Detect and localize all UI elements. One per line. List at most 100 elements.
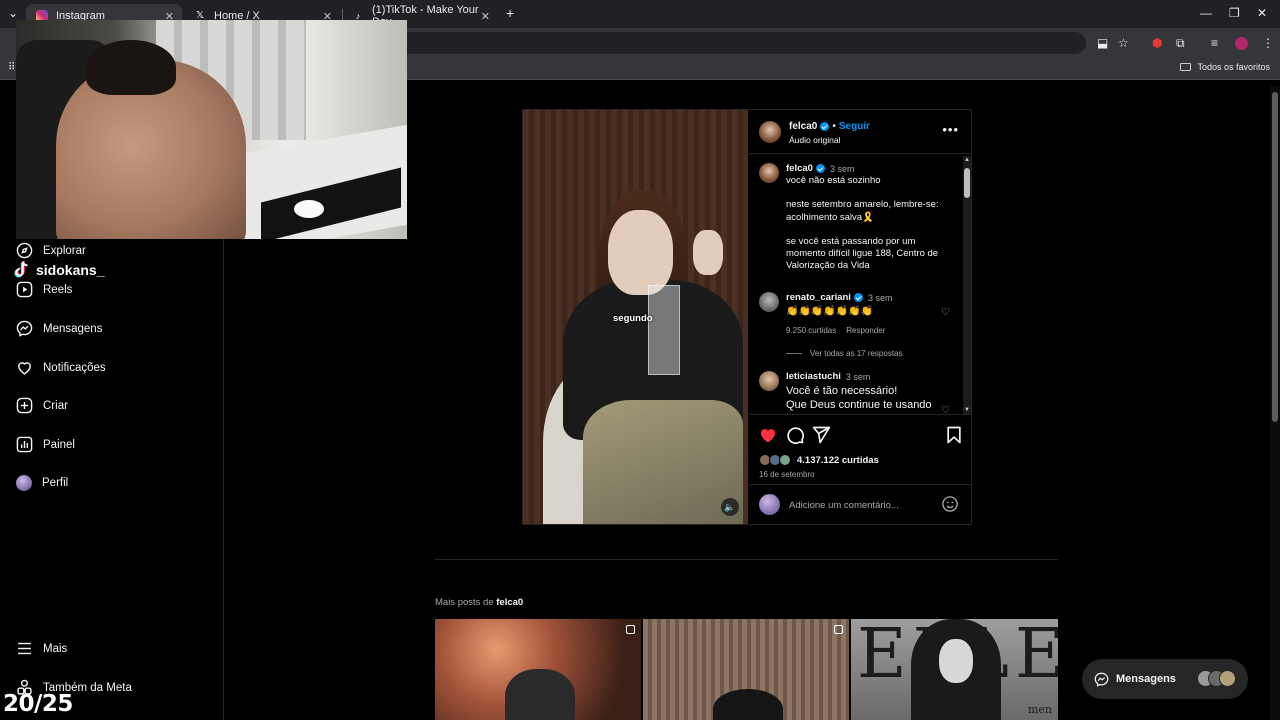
all-bookmarks[interactable]: Todos os favoritos bbox=[1180, 62, 1270, 72]
sidebar-item-label: Mensagens bbox=[43, 322, 103, 335]
install-app-icon[interactable]: ⬓ bbox=[1097, 36, 1108, 50]
avatar bbox=[16, 475, 32, 491]
extension-shield-icon[interactable]: ⬢ bbox=[1152, 36, 1162, 50]
post-actions: 4.137.122 curtidas 16 de setembro bbox=[749, 414, 971, 484]
liker-avatar bbox=[779, 454, 791, 466]
comment-username[interactable]: renato_cariani bbox=[786, 292, 851, 303]
minimize-icon[interactable]: — bbox=[1200, 6, 1212, 20]
page-scrollbar[interactable] bbox=[1270, 86, 1280, 720]
comment-username[interactable]: leticiastuchi bbox=[786, 371, 841, 382]
bar-chart-icon bbox=[16, 436, 33, 453]
author-line: felca0 • Seguir bbox=[789, 121, 870, 132]
likes-label: 4.137.122 curtidas bbox=[797, 454, 879, 466]
webcam-overlay bbox=[16, 20, 407, 239]
post-date: 16 de setembro bbox=[759, 470, 815, 479]
extensions-puzzle-icon[interactable]: ⧉ bbox=[1176, 36, 1185, 51]
media-control-icon[interactable]: ≡ bbox=[1211, 36, 1218, 50]
more-posts-author[interactable]: felca0 bbox=[496, 597, 523, 608]
view-replies-button[interactable]: Ver todas as 17 respostas bbox=[786, 349, 903, 358]
post-thumbnail[interactable] bbox=[435, 619, 641, 720]
comments-scrollbar[interactable]: ▲ ▼ bbox=[963, 156, 971, 414]
progress-counter: 20/25 bbox=[3, 691, 73, 717]
sidebar-item-explorar[interactable]: Explorar bbox=[16, 242, 86, 259]
messages-pill[interactable]: Mensagens bbox=[1082, 659, 1248, 699]
post-card: segundo 🔈 felca0 • Seguir Áudio original… bbox=[522, 109, 972, 525]
caption-line: neste setembro amarelo, lembre-se: bbox=[786, 199, 939, 211]
sidebar-item-label: Reels bbox=[43, 283, 73, 296]
tiktok-icon bbox=[14, 260, 28, 278]
messenger-icon bbox=[16, 320, 33, 337]
comment-likes[interactable]: 9.250 curtidas bbox=[786, 326, 836, 335]
sidebar-item-label: Perfil bbox=[42, 477, 69, 489]
restore-icon[interactable]: ❐ bbox=[1229, 6, 1240, 20]
page-scroll-thumb[interactable] bbox=[1272, 92, 1278, 422]
messages-pill-label: Mensagens bbox=[1116, 673, 1176, 685]
post-thumbnail[interactable] bbox=[643, 619, 849, 720]
current-user-avatar bbox=[759, 494, 780, 515]
emoji-icon[interactable] bbox=[941, 495, 959, 513]
sidebar-item-label: Mais bbox=[43, 642, 68, 655]
more-options-icon[interactable]: ••• bbox=[942, 122, 959, 137]
reply-button[interactable]: Responder bbox=[846, 326, 885, 335]
sidebar-item-perfil[interactable]: Perfil bbox=[16, 475, 68, 491]
follow-button[interactable]: Seguir bbox=[839, 121, 870, 132]
save-bookmark-icon[interactable] bbox=[944, 425, 964, 445]
comment-time: 3 sem bbox=[845, 371, 871, 382]
caption-line: momento difícil ligue 188, Centro de bbox=[786, 248, 939, 260]
carousel-icon bbox=[834, 625, 843, 634]
replies-line bbox=[786, 353, 802, 354]
comment-input[interactable] bbox=[789, 497, 929, 513]
author-username[interactable]: felca0 bbox=[789, 121, 817, 132]
comment-username[interactable]: felca0 bbox=[786, 163, 813, 174]
profile-avatar[interactable] bbox=[1235, 37, 1248, 50]
caption-line: se você está passando por um bbox=[786, 235, 916, 247]
sidebar-item-notificacoes[interactable]: Notificações bbox=[16, 359, 106, 376]
scroll-thumb[interactable] bbox=[964, 168, 970, 198]
sidebar-item-mais[interactable]: Mais bbox=[16, 640, 67, 657]
more-posts-prefix: Mais posts de bbox=[435, 597, 494, 608]
bookmark-star-icon[interactable]: ☆ bbox=[1118, 36, 1129, 50]
caption-text: você não está sozinho neste setembro ama… bbox=[786, 175, 966, 273]
tab-search-icon[interactable]: ⌄ bbox=[8, 6, 18, 20]
new-tab-button[interactable]: + bbox=[506, 5, 514, 21]
comment-time: 3 sem bbox=[829, 163, 855, 174]
post-video[interactable]: segundo 🔈 bbox=[523, 110, 748, 524]
comment-header: felca0 3 sem bbox=[786, 163, 854, 174]
comment-avatar[interactable] bbox=[759, 163, 779, 183]
audio-link[interactable]: Áudio original bbox=[789, 135, 841, 145]
comment-line: Você é tão necessário! bbox=[786, 385, 898, 397]
comment-line: Que Deus continue te usando bbox=[786, 399, 932, 411]
comment-icon[interactable] bbox=[785, 425, 805, 445]
comment-header: leticiastuchi 3 sem bbox=[786, 371, 870, 382]
video-caption: segundo bbox=[613, 313, 653, 324]
more-posts-heading: Mais posts de felca0 bbox=[435, 597, 523, 608]
sidebar-item-reels[interactable]: Reels bbox=[16, 281, 72, 298]
post-thumbnail[interactable]: ELLE men bbox=[851, 619, 1058, 720]
verified-badge-icon bbox=[820, 122, 830, 131]
close-tab-icon[interactable]: ✕ bbox=[481, 10, 490, 23]
chrome-menu-icon[interactable]: ⋮ bbox=[1262, 36, 1274, 50]
apps-grid-icon[interactable]: ⠿ bbox=[8, 62, 15, 73]
heart-icon bbox=[18, 362, 31, 375]
share-icon[interactable] bbox=[811, 425, 831, 445]
verified-badge-icon bbox=[853, 293, 863, 302]
comment-avatar[interactable] bbox=[759, 292, 779, 312]
recent-chats-avatars bbox=[1197, 670, 1236, 687]
sidebar-item-painel[interactable]: Painel bbox=[16, 436, 75, 453]
sidebar-item-mensagens[interactable]: Mensagens bbox=[16, 320, 102, 337]
comment-avatar[interactable] bbox=[759, 371, 779, 391]
comment-time: 3 sem bbox=[867, 292, 893, 303]
scroll-up-icon[interactable]: ▲ bbox=[964, 157, 970, 163]
likes-count[interactable]: 4.137.122 curtidas bbox=[759, 454, 879, 466]
verified-badge-icon bbox=[815, 164, 825, 173]
close-window-icon[interactable]: ✕ bbox=[1257, 6, 1267, 20]
like-comment-icon[interactable]: ♡ bbox=[941, 307, 950, 318]
sidebar-item-criar[interactable]: Criar bbox=[16, 397, 68, 414]
like-comment-icon[interactable]: ♡ bbox=[941, 405, 950, 414]
comment-header: renato_cariani 3 sem bbox=[786, 292, 892, 303]
sidebar-item-label: Explorar bbox=[43, 244, 86, 257]
volume-icon[interactable]: 🔈 bbox=[721, 498, 739, 516]
scroll-down-icon[interactable]: ▼ bbox=[964, 407, 970, 413]
like-heart-icon[interactable] bbox=[758, 425, 778, 445]
author-avatar[interactable] bbox=[759, 121, 781, 143]
